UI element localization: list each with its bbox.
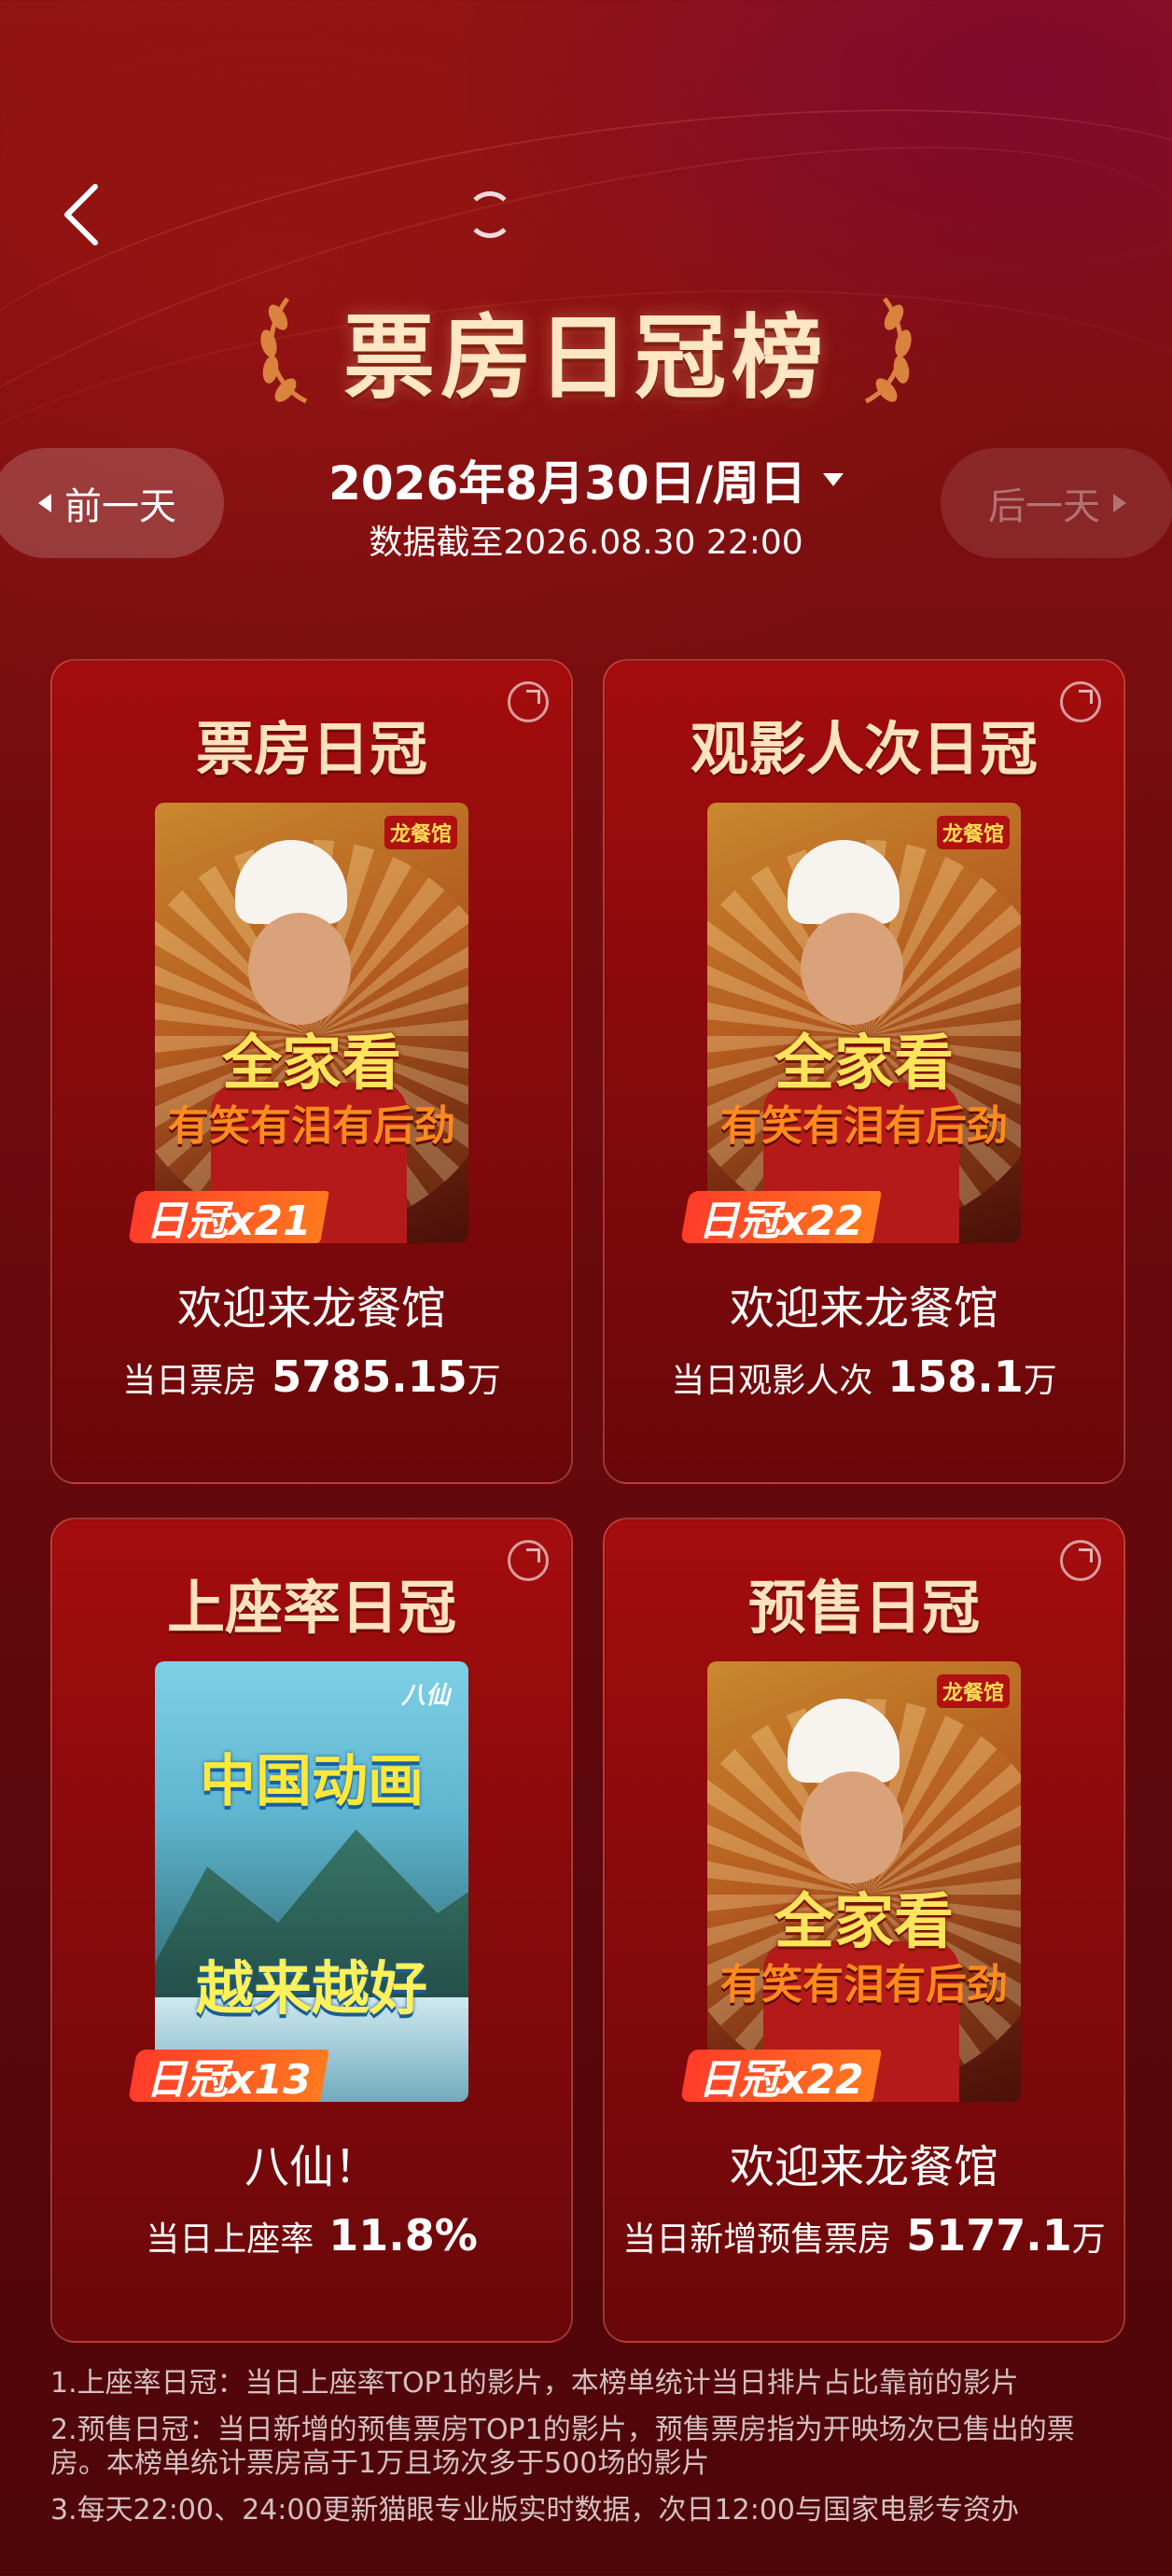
metric-row: 当日票房 5785.15 万: [52, 1351, 571, 1402]
metric-label: 当日新增预售票房: [622, 2220, 892, 2259]
metric-row: 当日新增预售票房 5177.1 万: [605, 2210, 1123, 2261]
footnotes: 1.上座率日冠：当日上座率TOP1的影片，本榜单统计当日排片占比靠前的影片 2.…: [50, 2367, 1123, 2541]
card-presale[interactable]: 预售日冠 龙餐馆 全家看 有笑有泪有后劲 日冠x22 欢迎来龙餐馆 当日新增预售…: [603, 1518, 1125, 2343]
movie-name: 八仙！: [244, 2141, 379, 2193]
poster-tagline: 中国动画: [200, 1749, 424, 1814]
card-title: 观影人次日冠: [690, 715, 1038, 783]
poster-tagline-sub: 有笑有泪有后劲: [720, 1102, 1008, 1150]
metric-row: 当日上座率 11.8%: [52, 2210, 571, 2261]
poster-face: [801, 1771, 903, 1883]
card-title: 票房日冠: [195, 715, 427, 783]
data-cutoff-time: 数据截至2026.08.30 22:00: [369, 524, 803, 562]
page-header: 票房日冠榜: [0, 280, 1172, 420]
metric-value: 5785.15: [272, 1351, 467, 1402]
streak-badge: 日冠x22: [680, 2050, 882, 2104]
caret-down-icon[interactable]: [822, 473, 844, 486]
card-title: 预售日冠: [747, 1574, 980, 1642]
card-audience[interactable]: 观影人次日冠 龙餐馆 全家看 有笑有泪有后劲 日冠x22 欢迎来龙餐馆 当日观影…: [603, 659, 1125, 1484]
laurel-left-icon: [260, 297, 308, 404]
page-title: 票房日冠榜: [342, 304, 829, 412]
movie-poster[interactable]: 龙餐馆 全家看 有笑有泪有后劲: [707, 803, 1021, 1243]
laurel-right-icon: [864, 297, 912, 404]
metric-label: 当日上座率: [146, 2220, 314, 2259]
footnote: 1.上座率日冠：当日上座率TOP1的影片，本榜单统计当日排片占比靠前的影片: [50, 2367, 1019, 2400]
current-date[interactable]: 2026年8月30日/周日: [328, 446, 806, 513]
metric-unit: 万: [1023, 1362, 1057, 1400]
movie-poster[interactable]: 龙餐馆 全家看 有笑有泪有后劲: [707, 1661, 1021, 2102]
metric-value: 158.1: [887, 1351, 1024, 1402]
streak-badge: 日冠x21: [128, 1191, 329, 1245]
streak-badge-text: 日冠x22: [698, 1197, 864, 1245]
loading-spinner-icon: [467, 191, 513, 238]
movie-name: 欢迎来龙餐馆: [729, 2141, 998, 2193]
date-selector[interactable]: 2026年8月30日/周日: [0, 446, 1172, 513]
card-title: 上座率日冠: [166, 1574, 456, 1642]
footnote: 3.每天22:00、24:00更新猫眼专业版实时数据，次日12:00与国家电影专…: [50, 2494, 1019, 2527]
card-occupancy[interactable]: 上座率日冠 八仙 中国动画 越来越好 日冠x13 八仙！ 当日上座率 11.8%: [50, 1518, 573, 2343]
poster-brand: 龙餐馆: [384, 816, 457, 849]
movie-name: 欢迎来龙餐馆: [729, 1282, 998, 1335]
poster-brand: 龙餐馆: [936, 816, 1010, 849]
metric-label: 当日观影人次: [671, 1362, 873, 1400]
metric-row: 当日观影人次 158.1 万: [605, 1351, 1123, 1402]
poster-face: [801, 913, 903, 1025]
poster-tagline: 全家看: [222, 1029, 401, 1099]
poster-tagline: 全家看: [774, 1887, 954, 1957]
back-button[interactable]: [49, 177, 114, 252]
streak-badge-text: 日冠x22: [698, 2056, 864, 2104]
poster-brand: 龙餐馆: [936, 1674, 1010, 1708]
streak-badge-text: 日冠x21: [146, 1197, 312, 1245]
footnote: 2.预售日冠：当日新增的预售票房TOP1的影片，预售票房指为开映场次已售出的票房…: [50, 2414, 1075, 2480]
chevron-left-icon: [64, 184, 98, 245]
metric-label: 当日票房: [122, 1362, 258, 1400]
metric-value: 11.8%: [328, 2210, 478, 2261]
card-box-office[interactable]: 票房日冠 龙餐馆 全家看 有笑有泪有后劲 日冠x21 欢迎来龙餐馆 当日票房 5…: [50, 659, 573, 1484]
poster-face: [248, 913, 351, 1025]
streak-badge: 日冠x13: [128, 2050, 329, 2104]
poster-tagline: 全家看: [774, 1029, 954, 1099]
metric-unit: 万: [1071, 2220, 1106, 2259]
streak-badge: 日冠x22: [680, 1191, 882, 1245]
streak-badge-text: 日冠x13: [146, 2056, 312, 2104]
poster-logo: 八仙: [400, 1682, 450, 1710]
movie-name: 欢迎来龙餐馆: [176, 1282, 446, 1335]
metric-unit: 万: [467, 1362, 501, 1400]
movie-poster[interactable]: 八仙 中国动画 越来越好: [155, 1661, 468, 2102]
metric-value: 5177.1: [906, 2210, 1072, 2261]
poster-tagline-sub: 有笑有泪有后劲: [168, 1102, 455, 1150]
poster-tagline-sub: 有笑有泪有后劲: [720, 1961, 1008, 2009]
poster-tagline-sub: 越来越好: [195, 1954, 427, 2023]
movie-poster[interactable]: 龙餐馆 全家看 有笑有泪有后劲: [155, 803, 468, 1243]
